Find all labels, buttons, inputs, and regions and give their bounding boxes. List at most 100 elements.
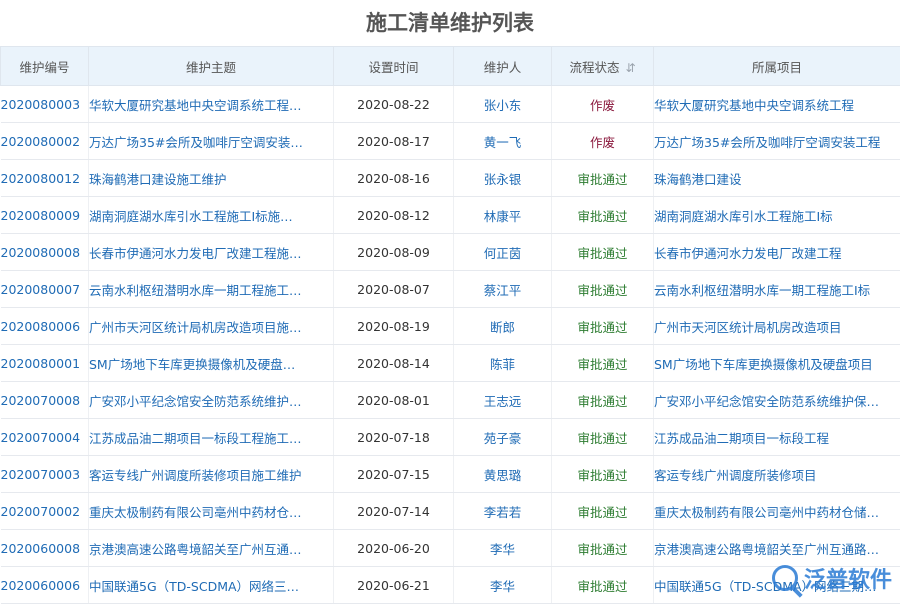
cell-id[interactable]: 2020080007 xyxy=(1,271,89,308)
column-header-person[interactable]: 维护人 xyxy=(454,47,552,86)
cell-status: 作废 xyxy=(552,123,654,160)
cell-time: 2020-07-18 xyxy=(334,419,454,456)
cell-theme[interactable]: 京港澳高速公路粤境韶关至广州互通… xyxy=(89,530,334,567)
table-row[interactable]: 2020080006广州市天河区统计局机房改造项目施…2020-08-19断郎审… xyxy=(1,308,900,345)
cell-project[interactable]: 京港澳高速公路粤境韶关至广州互通路… xyxy=(654,530,900,567)
cell-id[interactable]: 2020080006 xyxy=(1,308,89,345)
cell-person: 黄一飞 xyxy=(454,123,552,160)
watermark: 泛普软件 xyxy=(772,562,892,594)
cell-time: 2020-08-09 xyxy=(334,234,454,271)
cell-status: 审批通过 xyxy=(552,493,654,530)
cell-project[interactable]: 长春市伊通河水力发电厂改建工程 xyxy=(654,234,900,271)
cell-project[interactable]: SM广场地下车库更换摄像机及硬盘项目 xyxy=(654,345,900,382)
cell-theme[interactable]: 长春市伊通河水力发电厂改建工程施… xyxy=(89,234,334,271)
cell-status: 审批通过 xyxy=(552,271,654,308)
cell-status: 审批通过 xyxy=(552,160,654,197)
sort-icon[interactable]: ⇵ xyxy=(625,61,635,75)
cell-theme[interactable]: 湖南洞庭湖水库引水工程施工I标施… xyxy=(89,197,334,234)
cell-theme[interactable]: 广州市天河区统计局机房改造项目施… xyxy=(89,308,334,345)
column-header-theme[interactable]: 维护主题 xyxy=(89,47,334,86)
cell-id[interactable]: 2020080002 xyxy=(1,123,89,160)
table-row[interactable]: 2020060008京港澳高速公路粤境韶关至广州互通…2020-06-20李华审… xyxy=(1,530,900,567)
table-row[interactable]: 2020080001SM广场地下车库更换摄像机及硬盘…2020-08-14陈菲审… xyxy=(1,345,900,382)
cell-theme[interactable]: 万达广场35#会所及咖啡厅空调安装… xyxy=(89,123,334,160)
table-row[interactable]: 2020080002万达广场35#会所及咖啡厅空调安装…2020-08-17黄一… xyxy=(1,123,900,160)
cell-person: 李华 xyxy=(454,530,552,567)
page-title: 施工清单维护列表 xyxy=(0,0,900,46)
cell-status: 审批通过 xyxy=(552,456,654,493)
cell-theme[interactable]: 华软大厦研究基地中央空调系统工程… xyxy=(89,86,334,123)
cell-project[interactable]: 湖南洞庭湖水库引水工程施工I标 xyxy=(654,197,900,234)
cell-person: 李若若 xyxy=(454,493,552,530)
column-header-project[interactable]: 所属项目 xyxy=(654,47,900,86)
cell-theme[interactable]: 云南水利枢纽潜明水库一期工程施工… xyxy=(89,271,334,308)
column-header-status[interactable]: 流程状态⇵ xyxy=(552,47,654,86)
cell-time: 2020-08-17 xyxy=(334,123,454,160)
cell-person: 苑子豪 xyxy=(454,419,552,456)
cell-time: 2020-08-22 xyxy=(334,86,454,123)
cell-id[interactable]: 2020070004 xyxy=(1,419,89,456)
cell-status: 审批通过 xyxy=(552,234,654,271)
cell-person: 李华 xyxy=(454,567,552,604)
table-row[interactable]: 2020080009湖南洞庭湖水库引水工程施工I标施…2020-08-12林康平… xyxy=(1,197,900,234)
table-row[interactable]: 2020080008长春市伊通河水力发电厂改建工程施…2020-08-09何正茵… xyxy=(1,234,900,271)
cell-time: 2020-06-21 xyxy=(334,567,454,604)
cell-id[interactable]: 2020080008 xyxy=(1,234,89,271)
cell-time: 2020-07-14 xyxy=(334,493,454,530)
cell-theme[interactable]: 中国联通5G（TD-SCDMA）网络三… xyxy=(89,567,334,604)
cell-project[interactable]: 云南水利枢纽潜明水库一期工程施工I标 xyxy=(654,271,900,308)
cell-id[interactable]: 2020080012 xyxy=(1,160,89,197)
cell-time: 2020-06-20 xyxy=(334,530,454,567)
cell-project[interactable]: 广州市天河区统计局机房改造项目 xyxy=(654,308,900,345)
cell-id[interactable]: 2020070008 xyxy=(1,382,89,419)
cell-person: 陈菲 xyxy=(454,345,552,382)
cell-project[interactable]: 万达广场35#会所及咖啡厅空调安装工程 xyxy=(654,123,900,160)
table-row[interactable]: 2020080007云南水利枢纽潜明水库一期工程施工…2020-08-07蔡江平… xyxy=(1,271,900,308)
cell-theme[interactable]: SM广场地下车库更换摄像机及硬盘… xyxy=(89,345,334,382)
cell-time: 2020-08-07 xyxy=(334,271,454,308)
cell-project[interactable]: 珠海鹤港口建设 xyxy=(654,160,900,197)
cell-person: 张永银 xyxy=(454,160,552,197)
cell-id[interactable]: 2020070003 xyxy=(1,456,89,493)
cell-status: 审批通过 xyxy=(552,345,654,382)
cell-id[interactable]: 2020060006 xyxy=(1,567,89,604)
table-row[interactable]: 2020080012珠海鹤港口建设施工维护2020-08-16张永银审批通过珠海… xyxy=(1,160,900,197)
cell-person: 蔡江平 xyxy=(454,271,552,308)
cell-id[interactable]: 2020060008 xyxy=(1,530,89,567)
cell-project[interactable]: 重庆太极制药有限公司亳州中药材仓储… xyxy=(654,493,900,530)
cell-theme[interactable]: 重庆太极制药有限公司亳州中药材仓… xyxy=(89,493,334,530)
cell-theme[interactable]: 客运专线广州调度所装修项目施工维护 xyxy=(89,456,334,493)
cell-project[interactable]: 华软大厦研究基地中央空调系统工程 xyxy=(654,86,900,123)
cell-project[interactable]: 广安邓小平纪念馆安全防范系统维护保… xyxy=(654,382,900,419)
cell-project[interactable]: 客运专线广州调度所装修项目 xyxy=(654,456,900,493)
cell-status: 审批通过 xyxy=(552,567,654,604)
cell-theme[interactable]: 珠海鹤港口建设施工维护 xyxy=(89,160,334,197)
column-header-time[interactable]: 设置时间 xyxy=(334,47,454,86)
table-row[interactable]: 2020070003客运专线广州调度所装修项目施工维护2020-07-15黄思璐… xyxy=(1,456,900,493)
cell-time: 2020-07-15 xyxy=(334,456,454,493)
cell-time: 2020-08-01 xyxy=(334,382,454,419)
magnifier-logo-icon xyxy=(772,565,798,591)
cell-person: 张小东 xyxy=(454,86,552,123)
table-row[interactable]: 2020060006中国联通5G（TD-SCDMA）网络三…2020-06-21… xyxy=(1,567,900,604)
cell-id[interactable]: 2020080001 xyxy=(1,345,89,382)
cell-id[interactable]: 2020080003 xyxy=(1,86,89,123)
watermark-text: 泛普软件 xyxy=(804,562,892,594)
table-body: 2020080003华软大厦研究基地中央空调系统工程…2020-08-22张小东… xyxy=(1,86,900,604)
cell-status: 审批通过 xyxy=(552,530,654,567)
cell-theme[interactable]: 广安邓小平纪念馆安全防范系统维护… xyxy=(89,382,334,419)
cell-person: 断郎 xyxy=(454,308,552,345)
table-row[interactable]: 2020080003华软大厦研究基地中央空调系统工程…2020-08-22张小东… xyxy=(1,86,900,123)
cell-id[interactable]: 2020080009 xyxy=(1,197,89,234)
table-row[interactable]: 2020070004江苏成品油二期项目一标段工程施工…2020-07-18苑子豪… xyxy=(1,419,900,456)
table-row[interactable]: 2020070008广安邓小平纪念馆安全防范系统维护…2020-08-01王志远… xyxy=(1,382,900,419)
column-header-id[interactable]: 维护编号 xyxy=(1,47,89,86)
cell-status: 审批通过 xyxy=(552,419,654,456)
cell-project[interactable]: 江苏成品油二期项目一标段工程 xyxy=(654,419,900,456)
cell-id[interactable]: 2020070002 xyxy=(1,493,89,530)
table-row[interactable]: 2020070002重庆太极制药有限公司亳州中药材仓…2020-07-14李若若… xyxy=(1,493,900,530)
cell-time: 2020-08-14 xyxy=(334,345,454,382)
cell-time: 2020-08-19 xyxy=(334,308,454,345)
maintenance-table: 维护编号 维护主题 设置时间 维护人 流程状态⇵ 所属项目 2020080003… xyxy=(0,46,900,604)
cell-theme[interactable]: 江苏成品油二期项目一标段工程施工… xyxy=(89,419,334,456)
